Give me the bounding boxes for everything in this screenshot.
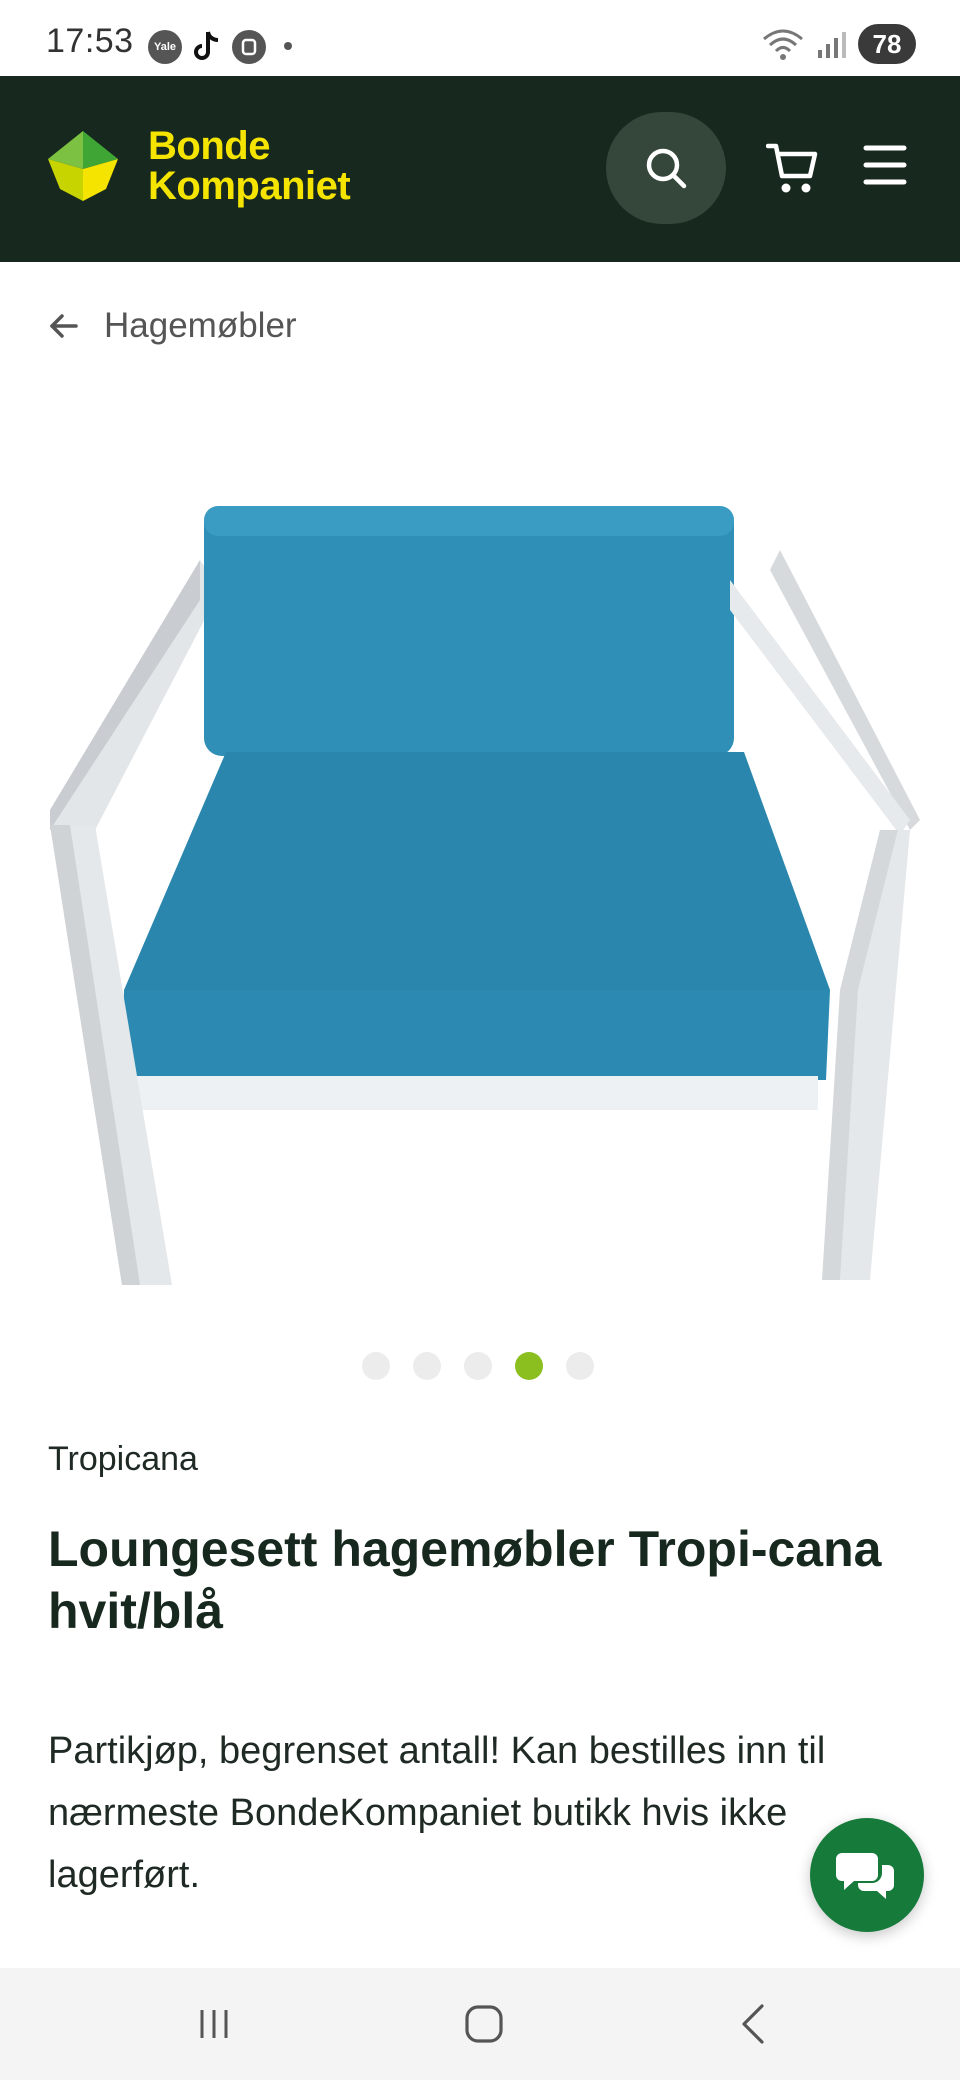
app-icon [232,30,266,64]
tiktok-icon [190,30,224,64]
product-image[interactable] [40,490,920,1290]
back-icon [742,2004,764,2044]
status-right: 78 [762,24,916,64]
cart-button[interactable] [765,138,818,198]
status-time: 17:53 [46,22,134,60]
gallery-dot-2[interactable] [413,1352,441,1380]
gallery-dot-3[interactable] [464,1352,492,1380]
notification-dot [284,42,292,50]
battery-indicator: 78 [858,24,916,64]
gallery-pagination [362,1352,594,1380]
signal-icon [818,32,846,58]
recents-icon [200,2010,228,2038]
chat-button[interactable] [810,1818,924,1932]
system-nav-bar [0,1968,960,2080]
back-button[interactable] [724,1998,784,2050]
home-icon [465,2005,503,2043]
cart-icon [765,143,818,193]
product-title: Loungesett hagemøbler Tropi-cana hvit/bl… [48,1521,882,1639]
search-icon [646,148,687,189]
logo-text-line2: Kompaniet [148,164,351,208]
status-bar: 17:53 Yale 78 [0,0,960,76]
arrow-left-icon [50,314,78,338]
product-description: Partikjøp, begrenset antall! Kan bestill… [48,1730,826,1896]
gallery-dot-1[interactable] [362,1352,390,1380]
breadcrumb-back-link[interactable]: Hagemøbler [48,306,297,346]
gallery-dot-5[interactable] [566,1352,594,1380]
menu-button[interactable] [862,142,908,188]
logo[interactable]: Bonde Kompaniet [46,124,351,208]
logo-text-line1: Bonde [148,124,270,168]
home-button[interactable] [454,1998,514,2050]
yale-app-icon: Yale [148,30,182,64]
wifi-icon [763,29,803,60]
logo-mark-icon [48,131,118,201]
product-brand[interactable]: Tropicana [48,1440,198,1479]
site-header: Bonde Kompaniet [0,76,960,262]
chat-icon [836,1853,894,1899]
search-button[interactable] [606,112,726,224]
gallery-dot-4-active[interactable] [515,1352,543,1380]
recents-button[interactable] [184,1998,244,2050]
menu-icon [863,145,907,185]
breadcrumb-label: Hagemøbler [104,306,297,345]
